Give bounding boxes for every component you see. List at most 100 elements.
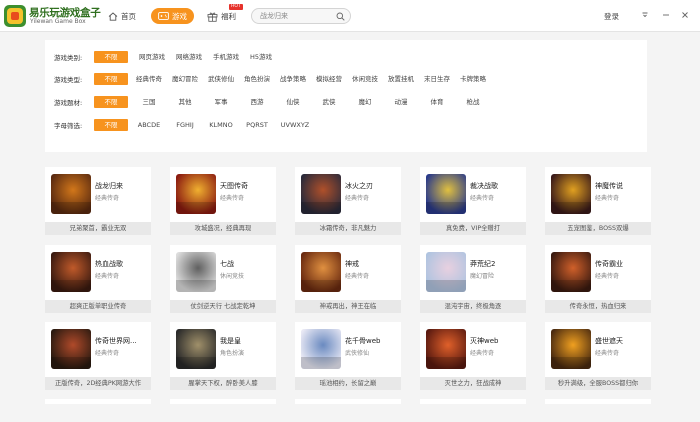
filter-row-type: 游戏类型: 不限 经典传奇 魔幻冒险 武侠修仙 角色扮演 战争策略 模拟经营 休… bbox=[54, 73, 488, 85]
filter-option[interactable]: 网络游戏 bbox=[173, 51, 205, 63]
game-card[interactable]: 冰火之刃 经典传奇 冰霜传奇，非凡魅力 bbox=[295, 167, 401, 235]
game-card[interactable]: 天图传奇 经典传奇 攻城盛况，经典再现 bbox=[170, 167, 276, 235]
game-card[interactable]: 花千骨web 武侠修仙瑶池相约，长留之巅 bbox=[295, 322, 401, 390]
filter-option-unlimited[interactable]: 不限 bbox=[94, 51, 128, 63]
filter-option[interactable]: 战争策略 bbox=[278, 73, 308, 85]
filter-option-unlimited[interactable]: 不限 bbox=[94, 73, 128, 85]
game-thumbnail[interactable] bbox=[426, 252, 466, 292]
filter-option[interactable]: PQRST bbox=[242, 119, 272, 131]
game-category: 休闲竞技 bbox=[220, 273, 245, 280]
game-name[interactable]: 七战 bbox=[220, 259, 274, 269]
login-button[interactable]: 登录 bbox=[604, 11, 619, 22]
game-thumbnail[interactable] bbox=[51, 174, 91, 214]
filter-option[interactable]: UVWXYZ bbox=[278, 119, 312, 131]
filter-option[interactable]: 武侠 bbox=[314, 96, 344, 108]
filter-option[interactable]: 模拟经营 bbox=[314, 73, 344, 85]
filter-option-unlimited[interactable]: 不限 bbox=[94, 96, 128, 108]
game-name[interactable]: 裁决战歌 bbox=[470, 181, 524, 191]
game-name[interactable]: 传奇世界网... bbox=[95, 336, 149, 346]
game-name[interactable]: 神戒 bbox=[345, 259, 399, 269]
game-name[interactable]: 我是皇 bbox=[220, 336, 274, 346]
filter-option[interactable]: 角色扮演 bbox=[242, 73, 272, 85]
filter-option[interactable]: KLMNO bbox=[206, 119, 236, 131]
filter-option[interactable]: 卡牌策略 bbox=[458, 73, 488, 85]
game-description: 瑶池相约，长留之巅 bbox=[295, 377, 401, 390]
filter-option[interactable]: 武侠修仙 bbox=[206, 73, 236, 85]
menu-icon[interactable] bbox=[640, 10, 650, 20]
game-card[interactable]: 热血战歌 经典传奇 超爽正版单职业传奇 bbox=[45, 245, 151, 313]
filter-option[interactable]: 枪战 bbox=[458, 96, 488, 108]
search-input[interactable] bbox=[260, 11, 334, 21]
game-name[interactable]: 传奇霸业 bbox=[595, 259, 649, 269]
game-name[interactable]: 战龙归来 bbox=[95, 181, 149, 191]
game-card[interactable]: 灭神web 经典传奇 灭世之力，狂战成神 bbox=[420, 322, 526, 390]
filter-option[interactable]: 其他 bbox=[170, 96, 200, 108]
filter-option[interactable]: 三国 bbox=[134, 96, 164, 108]
filter-option[interactable]: 仙侠 bbox=[278, 96, 308, 108]
filter-option[interactable]: 魔幻冒险 bbox=[170, 73, 200, 85]
game-name[interactable]: 冰火之刃 bbox=[345, 181, 399, 191]
game-thumbnail[interactable] bbox=[301, 252, 341, 292]
home-icon bbox=[108, 11, 118, 21]
search-icon[interactable] bbox=[336, 12, 345, 21]
filter-option[interactable]: 军事 bbox=[206, 96, 236, 108]
nav-welfare[interactable]: 福利 HOT bbox=[207, 4, 243, 24]
filter-option[interactable]: 网页游戏 bbox=[136, 51, 168, 63]
game-description: 兄弟聚首，霸业无双 bbox=[45, 222, 151, 235]
game-thumbnail[interactable] bbox=[301, 174, 341, 214]
filter-option[interactable]: 手机游戏 bbox=[210, 51, 242, 63]
game-card[interactable]: 传奇霸业 经典传奇 传奇永恒，热血归来 bbox=[545, 245, 651, 313]
game-card[interactable]: 神戒 经典传奇 神戒再出，神王在临 bbox=[295, 245, 401, 313]
game-card[interactable]: 传奇世界网... 经典传奇 正版传奇，2D经典PK网游大作 bbox=[45, 322, 151, 390]
game-name[interactable]: 神魔传说 bbox=[595, 181, 649, 191]
nav-game[interactable]: 游戏 bbox=[151, 8, 194, 24]
game-card[interactable]: 莽荒纪2 魔幻冒险 混沌宇宙，终极角逐 bbox=[420, 245, 526, 313]
game-thumbnail[interactable] bbox=[551, 174, 591, 214]
filter-option[interactable]: 经典传奇 bbox=[134, 73, 164, 85]
filter-option[interactable]: 体育 bbox=[422, 96, 452, 108]
game-thumbnail[interactable] bbox=[426, 329, 466, 369]
game-thumbnail[interactable] bbox=[551, 252, 591, 292]
game-name[interactable]: 天图传奇 bbox=[220, 181, 274, 191]
app-logo[interactable]: 易乐玩游戏盒子 Yilewan Game Box bbox=[4, 4, 108, 28]
game-category: 武侠修仙 bbox=[345, 350, 370, 357]
nav-game-label: 游戏 bbox=[172, 11, 187, 21]
filter-option[interactable]: ABCDE bbox=[134, 119, 164, 131]
filter-option-unlimited[interactable]: 不限 bbox=[94, 119, 128, 131]
minimize-icon[interactable] bbox=[661, 10, 671, 20]
game-thumbnail[interactable] bbox=[301, 329, 341, 369]
filter-label: 字母筛选: bbox=[54, 122, 83, 130]
game-description: 超爽正版单职业传奇 bbox=[45, 300, 151, 313]
filter-option[interactable]: 末日生存 bbox=[422, 73, 452, 85]
game-card[interactable]: 神魔传说 经典传奇 五宠图鉴，BOSS双爆 bbox=[545, 167, 651, 235]
game-card[interactable]: 我是皇 角色扮演 腥掌天下权，醉卧美人膝 bbox=[170, 322, 276, 390]
game-thumbnail[interactable] bbox=[51, 329, 91, 369]
game-name[interactable]: 灭神web bbox=[470, 336, 524, 346]
game-thumbnail[interactable] bbox=[176, 174, 216, 214]
game-thumbnail[interactable] bbox=[551, 329, 591, 369]
filter-row-letter: 字母筛选: 不限 ABCDE FGHIJ KLMNO PQRST UVWXYZ bbox=[54, 119, 312, 131]
filter-option[interactable]: 动漫 bbox=[386, 96, 416, 108]
game-name[interactable]: 花千骨web bbox=[345, 336, 399, 346]
game-thumbnail[interactable] bbox=[51, 252, 91, 292]
game-thumbnail[interactable] bbox=[426, 174, 466, 214]
filter-option[interactable]: 放置挂机 bbox=[386, 73, 416, 85]
game-name[interactable]: 莽荒纪2 bbox=[470, 259, 524, 269]
filter-option[interactable]: 西游 bbox=[242, 96, 272, 108]
hot-badge: HOT bbox=[229, 4, 243, 10]
filter-option[interactable]: FGHIJ bbox=[170, 119, 200, 131]
filter-option[interactable]: H5游戏 bbox=[247, 51, 275, 63]
game-card[interactable]: 裁决战歌 经典传奇 真免费，VIP全赠打 bbox=[420, 167, 526, 235]
game-card[interactable]: 战龙归来 经典传奇 兄弟聚首，霸业无双 bbox=[45, 167, 151, 235]
game-card[interactable]: 盛世遮天 经典传奇 秒升满级，全服BOSS都归你 bbox=[545, 322, 651, 390]
close-icon[interactable] bbox=[680, 10, 690, 20]
game-name[interactable]: 热血战歌 bbox=[95, 259, 149, 269]
nav-home[interactable]: 首页 bbox=[108, 9, 136, 23]
game-thumbnail[interactable] bbox=[176, 252, 216, 292]
game-name[interactable]: 盛世遮天 bbox=[595, 336, 649, 346]
game-description: 正版传奇，2D经典PK网游大作 bbox=[45, 377, 151, 390]
game-card[interactable]: 七战 休闲竞技 仗剑逆天行 七战定乾坤 bbox=[170, 245, 276, 313]
filter-option[interactable]: 休闲竞技 bbox=[350, 73, 380, 85]
game-thumbnail[interactable] bbox=[176, 329, 216, 369]
filter-option[interactable]: 魔幻 bbox=[350, 96, 380, 108]
